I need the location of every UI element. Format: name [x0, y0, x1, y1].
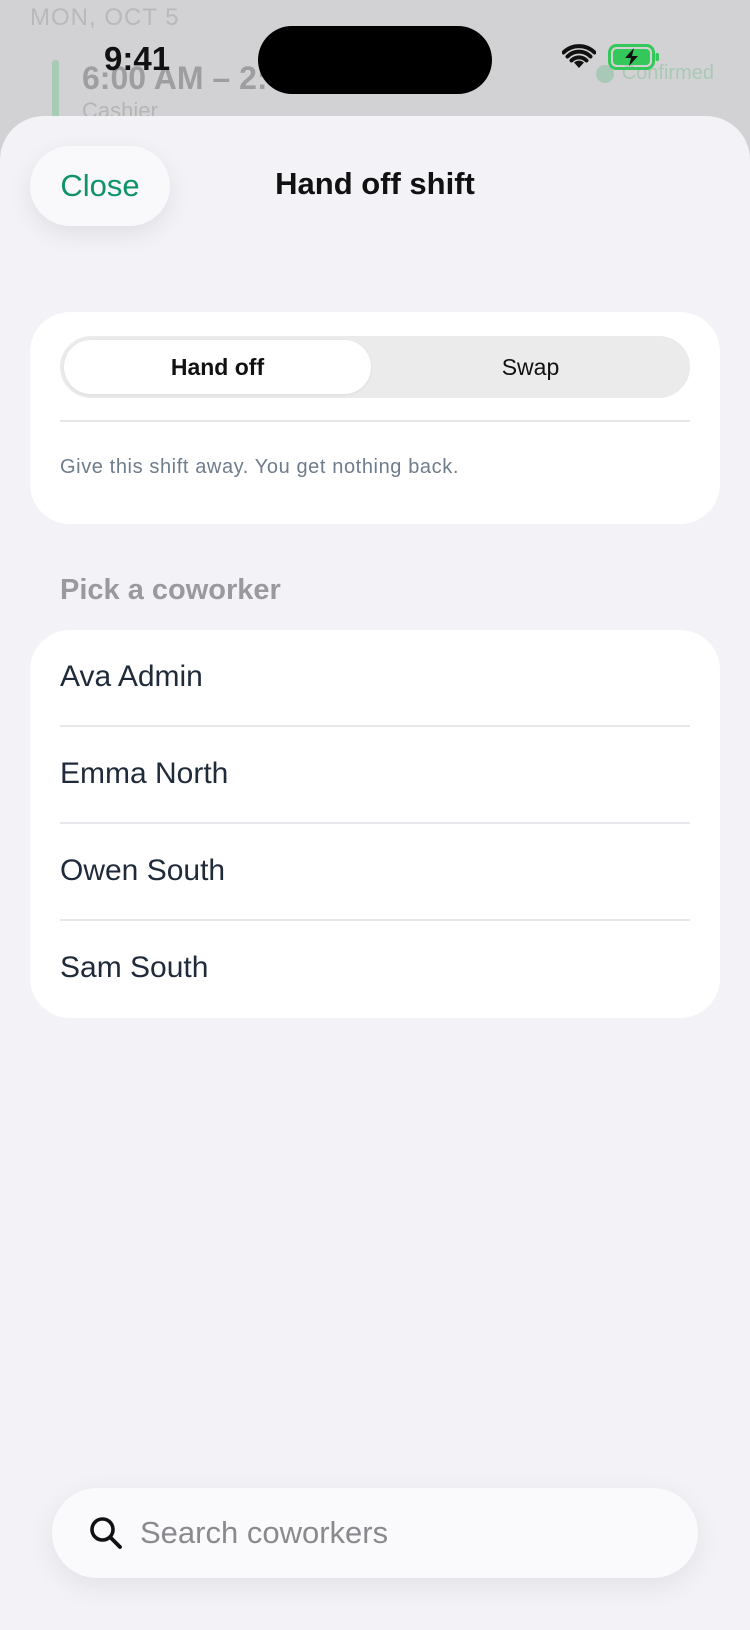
background-shift-accent [52, 60, 59, 118]
battery-charging-icon [608, 44, 660, 70]
coworker-item[interactable]: Sam South [30, 921, 720, 1017]
segment-swap[interactable]: Swap [375, 340, 686, 394]
coworker-name: Emma North [60, 757, 229, 790]
mode-segmented-control: Hand off Swap [60, 336, 690, 398]
background-date-label: MON, OCT 5 [30, 4, 180, 31]
dynamic-island [258, 26, 492, 94]
coworker-item[interactable]: Ava Admin [30, 630, 720, 726]
mode-card: Hand off Swap Give this shift away. You … [30, 312, 720, 524]
coworker-item[interactable]: Owen South [30, 824, 720, 920]
divider [60, 420, 690, 422]
coworker-name: Owen South [60, 854, 226, 887]
search-icon [88, 1515, 124, 1551]
search-input[interactable] [140, 1488, 670, 1578]
section-header: Pick a coworker [60, 574, 281, 606]
coworker-item[interactable]: Emma North [30, 727, 720, 823]
mode-description: Give this shift away. You get nothing ba… [60, 456, 459, 478]
status-bar-time: 9:41 [104, 40, 171, 77]
wifi-icon [562, 44, 596, 70]
sheet-title: Hand off shift [275, 166, 475, 201]
coworker-name: Ava Admin [60, 660, 203, 693]
search-bar[interactable] [52, 1488, 698, 1578]
hand-off-sheet: Close Hand off shift Hand off Swap Give … [0, 116, 750, 1630]
coworker-list: Ava Admin Emma North Owen South Sam Sout… [30, 630, 720, 1018]
coworker-name: Sam South [60, 951, 209, 984]
status-bar-icons [562, 44, 660, 70]
segment-hand-off[interactable]: Hand off [64, 340, 371, 394]
